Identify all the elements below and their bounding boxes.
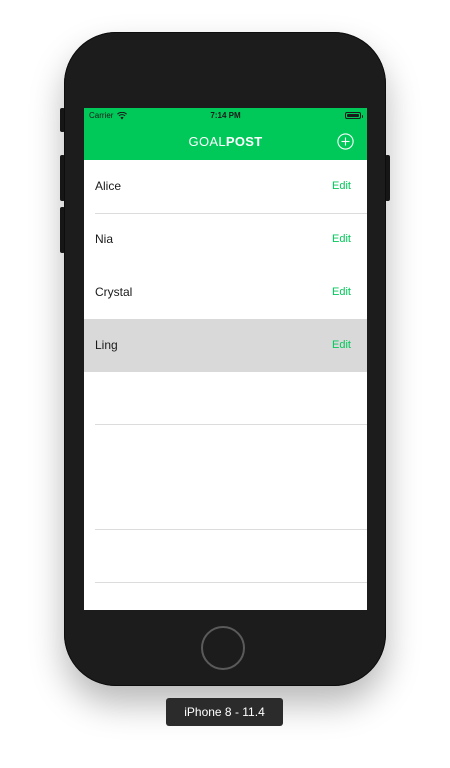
table-row[interactable]: Nia Edit (84, 213, 367, 266)
row-separator (95, 582, 367, 583)
row-separator (95, 213, 367, 214)
edit-button[interactable]: Edit (332, 160, 351, 213)
edit-button[interactable]: Edit (332, 213, 351, 266)
row-name-label: Alice (95, 179, 122, 193)
title-goal-text: GOAL (188, 134, 226, 149)
empty-table-row (84, 478, 367, 531)
table-row[interactable]: Crystal Edit (84, 266, 367, 319)
title-post-text: POST (225, 134, 263, 149)
table-row-selected[interactable]: Ling Edit (84, 319, 367, 372)
table-row[interactable]: Alice Edit (84, 160, 367, 213)
empty-table-row (84, 372, 367, 425)
home-button[interactable] (201, 626, 245, 670)
status-time: 7:14 PM (210, 111, 241, 120)
row-name-label: Crystal (95, 285, 133, 299)
goals-table: Alice Edit Nia Edit Crystal Edit Ling Ed… (84, 160, 367, 610)
edit-button[interactable]: Edit (332, 319, 351, 372)
row-name-label: Nia (95, 232, 114, 246)
row-separator (95, 424, 367, 425)
device-name-label: iPhone 8 - 11.4 (166, 698, 283, 726)
edit-button[interactable]: Edit (332, 266, 351, 319)
app-screen: GOALPOST Carrier 7:14 PM Alice Edit Nia … (84, 108, 367, 610)
simulator-stage: GOALPOST Carrier 7:14 PM Alice Edit Nia … (0, 0, 450, 768)
app-title-logo: GOALPOST (84, 134, 367, 149)
add-goal-button[interactable] (337, 133, 354, 150)
plus-circle-icon (337, 133, 354, 150)
empty-table-row (84, 425, 367, 478)
row-separator (95, 529, 367, 530)
empty-table-row (84, 531, 367, 584)
status-bar: Carrier 7:14 PM (84, 108, 367, 124)
row-name-label: Ling (95, 338, 118, 352)
battery-icon (345, 112, 363, 119)
empty-table-row (84, 584, 367, 610)
